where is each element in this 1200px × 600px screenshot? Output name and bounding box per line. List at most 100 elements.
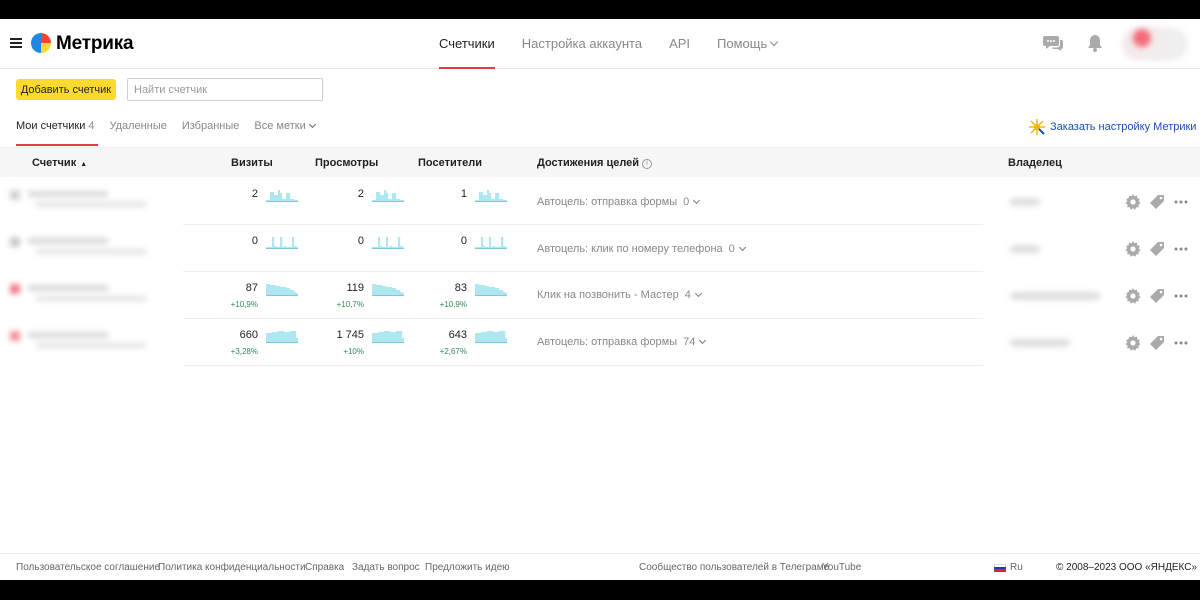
more-icon[interactable] (1173, 335, 1189, 351)
sparkline-bar (481, 285, 484, 296)
goal-dropdown[interactable]: Автоцель: отправка формы 0 (537, 196, 701, 208)
sparkline-bar (386, 331, 389, 343)
gear-icon[interactable] (1125, 194, 1141, 210)
sparkline-bar (483, 285, 486, 296)
goal-dropdown[interactable]: Автоцель: отправка формы 74 (537, 336, 707, 348)
more-icon[interactable] (1173, 241, 1189, 257)
owner-name (1010, 245, 1040, 253)
views-cell: 2 (324, 188, 404, 218)
table-header: Счетчик ▲ Визиты Просмотры Посетители Дос… (0, 147, 1200, 177)
info-icon[interactable]: i (642, 159, 653, 169)
footer-link-help[interactable]: Справка (305, 562, 344, 573)
order-setup-link[interactable]: Заказать настройку Метрики (1028, 118, 1196, 136)
sparkline-bar (503, 331, 506, 343)
language-switch[interactable]: Ru (1010, 562, 1023, 573)
sparkline-bar (284, 332, 287, 343)
table-row[interactable]: 660 +3,28% 1 745 +10% 643 +2,67% Автоцель: … (0, 319, 1200, 366)
sparkle-icon (1029, 119, 1045, 135)
avatar-badge (1133, 29, 1151, 47)
row-actions (1125, 335, 1197, 351)
sparkline-bar (497, 288, 500, 296)
tag-icon[interactable] (1149, 288, 1165, 304)
sparkline-bar (485, 286, 488, 296)
sparkline-bar (274, 195, 277, 202)
sparkline-bar (384, 286, 387, 296)
menu-icon[interactable] (10, 38, 22, 48)
table-row[interactable]: 87 +10,9% 119 +10,7% 83 +10,9% Клик на позв… (0, 272, 1200, 319)
sparkline-bar (290, 331, 293, 343)
tab-deleted[interactable]: Удаленные (109, 116, 166, 146)
col-views[interactable]: Просмотры (315, 148, 378, 178)
counter-name[interactable] (10, 331, 150, 351)
goal-dropdown[interactable]: Автоцель: клик по номеру телефона 0 (537, 243, 746, 255)
counter-name[interactable] (10, 237, 150, 257)
sparkline-bar (382, 332, 385, 343)
sparkline-bar (477, 284, 480, 296)
gear-icon[interactable] (1125, 241, 1141, 257)
views-cell: 0 (324, 235, 404, 265)
visitors-delta: +2,67% (439, 347, 467, 356)
sparkline-bar (489, 237, 492, 249)
footer-link-terms[interactable]: Пользовательское соглашение (16, 562, 160, 573)
col-goals[interactable]: Достижения целей i (537, 148, 653, 178)
bell-icon[interactable] (1087, 34, 1103, 57)
sparkline-bar (270, 192, 273, 202)
russia-flag-icon[interactable] (994, 564, 1006, 572)
gear-icon[interactable] (1125, 335, 1141, 351)
sparkline-bar (270, 333, 273, 343)
add-counter-button[interactable]: Добавить счетчик (16, 79, 116, 100)
copyright: © 2008–2023 ООО «ЯНДЕКС» (1056, 562, 1198, 573)
visits-delta: +10,9% (230, 300, 258, 309)
search-counter-input[interactable] (127, 78, 323, 101)
more-icon[interactable] (1173, 288, 1189, 304)
goal-count: 4 (684, 289, 691, 301)
col-visitors[interactable]: Посетители (418, 148, 482, 178)
chevron-down-icon (770, 37, 779, 47)
chat-icon[interactable] (1043, 34, 1063, 57)
sparkline-bar (276, 195, 279, 202)
sparkline-bar (282, 331, 285, 343)
tab-my-counters[interactable]: Мои счетчики 4 (16, 116, 99, 146)
sparkline-bar (388, 287, 391, 296)
sparkline-bar (501, 237, 504, 249)
tag-icon[interactable] (1149, 335, 1165, 351)
sparkline-bar (278, 286, 281, 296)
nav-api[interactable]: API (669, 19, 690, 69)
col-counter-label: Счетчик (32, 157, 77, 169)
metrika-logo-icon[interactable] (31, 33, 51, 53)
sparkline-bar (266, 284, 269, 296)
table-row[interactable]: 0 0 0 Автоцель: клик по номеру телефона 0 (0, 225, 1200, 272)
footer-link-youtube[interactable]: YouTube (822, 562, 861, 573)
owner-name (1010, 339, 1070, 347)
col-owner[interactable]: Владелец (1008, 148, 1062, 178)
nav-help[interactable]: Помощь (717, 19, 779, 69)
sparkline-bar (394, 288, 397, 296)
col-visits[interactable]: Визиты (231, 148, 273, 178)
footer-link-privacy[interactable]: Политика конфиденциальности (158, 562, 306, 573)
footer-link-idea[interactable]: Предложить идею (425, 562, 510, 573)
gear-icon[interactable] (1125, 288, 1141, 304)
avatar[interactable] (1122, 27, 1188, 61)
brand-name[interactable]: Метрика (56, 33, 134, 55)
sparkline-bar (394, 332, 397, 343)
tab-all-tags[interactable]: Все метки (254, 116, 316, 146)
tab-favorites[interactable]: Избранные (182, 116, 240, 146)
visitors-sparkline (475, 190, 507, 202)
footer-link-telegram[interactable]: Сообщество пользователей в Телеграме (639, 562, 829, 573)
tag-icon[interactable] (1149, 241, 1165, 257)
counter-name[interactable] (10, 190, 150, 210)
table-row[interactable]: 2 2 1 Автоцель: отправка формы 0 (0, 178, 1200, 225)
chevron-down-icon (699, 336, 707, 345)
footer-link-ask[interactable]: Задать вопрос (352, 562, 420, 573)
goal-dropdown[interactable]: Клик на позвонить - Мастер 4 (537, 289, 702, 301)
counter-name[interactable] (10, 284, 150, 304)
tag-icon[interactable] (1149, 194, 1165, 210)
sparkline-bar (475, 284, 478, 296)
col-counter[interactable]: Счетчик ▲ (32, 148, 87, 180)
sparkline-bar (394, 193, 397, 202)
nav-account-settings[interactable]: Настройка аккаунта (522, 19, 642, 69)
views-value: 2 (357, 188, 364, 200)
sparkline-bar (372, 284, 375, 296)
more-icon[interactable] (1173, 194, 1189, 210)
nav-counters[interactable]: Счетчики (439, 19, 495, 69)
